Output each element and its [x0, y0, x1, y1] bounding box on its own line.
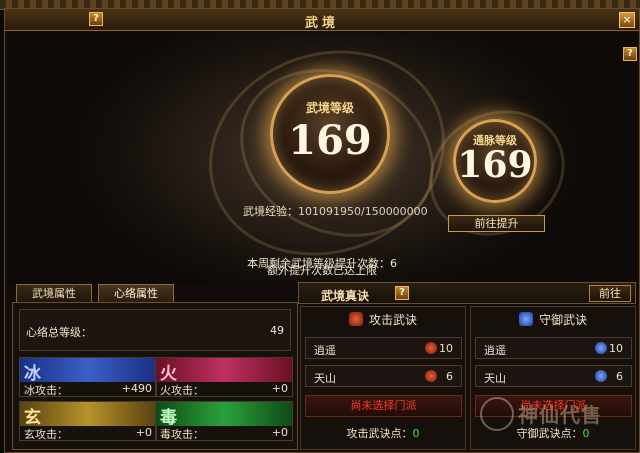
skill-panel-title: 武境真诀: [321, 289, 370, 303]
defense-skill-row[interactable]: 逍遥 10: [475, 337, 632, 359]
window-title: 武境: [304, 16, 339, 31]
experience-value: 101091950/150000000: [298, 205, 428, 218]
wujing-level-medal: 武境等级 169: [270, 74, 390, 194]
ice-glyph: 冰: [24, 364, 41, 384]
attribute-box: 心络总等级： 49 冰 冰攻击： +490 火 火攻击： +0 玄 玄攻击： +…: [12, 302, 298, 450]
attack-skill-level: 10: [439, 342, 453, 355]
wujing-level-label: 武境等级: [305, 101, 354, 115]
defense-rank-icon: [595, 370, 607, 382]
attack-points: 攻击武诀点：0: [301, 425, 465, 441]
attack-points-value: 0: [412, 427, 420, 440]
attribute-panel: 武境属性 心络属性 心络总等级： 49 冰 冰攻击： +490 火 火攻击： +…: [12, 284, 298, 450]
ice-attack-value: +490: [121, 382, 152, 395]
shield-icon: [518, 312, 533, 326]
defense-skill-level: 10: [609, 342, 623, 355]
poison-glyph: 毒: [160, 408, 177, 428]
experience-label: 武境经验：: [243, 205, 298, 218]
attack-skill-icon: [348, 312, 363, 326]
goto-upgrade-button[interactable]: 前往提升: [448, 215, 545, 232]
hero-help-button[interactable]: ?: [623, 47, 637, 61]
xinluo-total-row: 心络总等级： 49: [19, 309, 291, 351]
defense-skill-heading-text: 守御武诀: [538, 313, 587, 327]
attack-points-label: 攻击武诀点：: [346, 427, 413, 440]
watermark-logo-icon: [480, 397, 514, 431]
attack-skill-name: 天山: [314, 372, 336, 385]
ice-attack-label: 冰攻击：: [24, 384, 68, 397]
watermark: 神仙代售: [476, 393, 636, 437]
attack-rank-icon: [425, 370, 437, 382]
hero-panel: ? 武境等级 169 通脉等级 169 武境经验：101091950/15000…: [7, 33, 637, 285]
attack-skill-heading-text: 攻击武诀: [368, 313, 417, 327]
tab-wujing-attributes[interactable]: 武境属性: [16, 284, 92, 302]
defense-skill-level: 6: [616, 370, 623, 383]
xuan-attack-cell: 玄 玄攻击： +0: [19, 401, 157, 441]
experience-line: 武境经验：101091950/150000000: [243, 203, 428, 219]
tongmai-level-medal: 通脉等级 169: [453, 119, 537, 203]
attack-skill-level: 6: [446, 370, 453, 383]
title-bar[interactable]: ? 武境 ×: [5, 9, 639, 31]
tab-xinluo-attributes[interactable]: 心络属性: [98, 284, 174, 302]
ice-attack-cell: 冰 冰攻击： +490: [19, 357, 157, 397]
xuan-attack-value: +0: [135, 426, 152, 439]
fire-glyph: 火: [160, 364, 177, 384]
skill-help-button[interactable]: ?: [395, 286, 409, 300]
xuan-attack-label: 玄攻击：: [24, 428, 68, 441]
attack-no-sect-button[interactable]: 尚未选择门派: [305, 395, 462, 417]
attack-rank-icon: [425, 342, 437, 354]
poison-attack-cell: 毒 毒攻击： +0: [155, 401, 293, 441]
attack-skill-column: 攻击武诀 逍遥 10 天山 6 尚未选择门派 攻击武诀点：0: [300, 306, 466, 450]
skill-panel-header: 武境真诀 ? 前往: [298, 282, 636, 304]
xinluo-total-value: 49: [270, 324, 284, 337]
defense-skill-row[interactable]: 天山 6: [475, 365, 632, 387]
defense-skill-name: 逍遥: [484, 344, 506, 357]
fire-attack-label: 火攻击：: [160, 384, 204, 397]
poison-attack-label: 毒攻击：: [160, 428, 204, 441]
goto-button[interactable]: 前往: [589, 285, 631, 302]
poison-attack-value: +0: [271, 426, 288, 439]
watermark-text: 神仙代售: [518, 403, 602, 427]
attack-skill-heading: 攻击武诀: [301, 311, 465, 328]
defense-skill-heading: 守御武诀: [471, 311, 635, 328]
xinluo-total-label: 心络总等级：: [26, 326, 92, 339]
defense-skill-name: 天山: [484, 372, 506, 385]
close-button[interactable]: ×: [619, 12, 635, 28]
tongmai-level-value: 169: [457, 144, 533, 186]
attack-skill-row[interactable]: 逍遥 10: [305, 337, 462, 359]
defense-rank-icon: [595, 342, 607, 354]
extra-limit-text: 额外提升次数已达上限: [267, 264, 377, 277]
attack-skill-row[interactable]: 天山 6: [305, 365, 462, 387]
wujing-level-value: 169: [288, 117, 372, 164]
attack-skill-name: 逍遥: [314, 344, 336, 357]
fire-attack-value: +0: [271, 382, 288, 395]
fire-attack-cell: 火 火攻击： +0: [155, 357, 293, 397]
xuan-glyph: 玄: [24, 408, 41, 428]
